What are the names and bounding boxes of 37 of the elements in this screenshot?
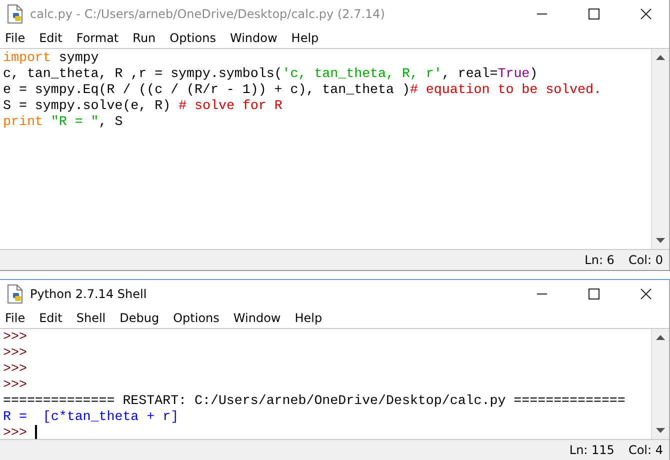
code-line: c, tan_theta, R ,r = sympy.symbols('c, tan_theta, R, r', real=True) (3, 66, 539, 82)
code-line: >>> (3, 329, 28, 345)
menu-item[interactable]: Edit (38, 31, 64, 45)
menu-item[interactable]: Shell (75, 311, 107, 325)
code-line: >>> (3, 345, 28, 361)
menu-item[interactable]: Edit (38, 311, 64, 325)
status-text: Ln: 115 (569, 443, 614, 457)
window-title: Python 2.7.14 Shell (30, 287, 147, 301)
scrollbar[interactable] (651, 329, 669, 439)
menu-item[interactable]: Window (228, 31, 278, 45)
text-area[interactable]: >>> >>> >>> >>> ============== RESTART: C:/Users/arneb/OneDrive/Desktop/calc.py ============== R = [c*tan_theta + r] >>> (0, 329, 651, 439)
python-file-icon (6, 4, 24, 24)
menu-item[interactable]: Debug (118, 311, 160, 325)
menu-item[interactable]: Run (132, 31, 157, 45)
menu-item[interactable]: File (4, 31, 26, 45)
window-title: calc.py - C:/Users/arneb/OneDrive/Desktop/calc.py (2.7.14) (30, 7, 385, 21)
menu-item[interactable]: Format (75, 31, 120, 45)
status-text: Col: 4 (628, 443, 663, 457)
code-line: import sympy (3, 50, 100, 66)
code-line: ============== RESTART: C:/Users/arneb/OneDrive/Desktop/calc.py ============== (3, 393, 626, 409)
code-line: >>> (3, 361, 28, 377)
code-line: print "R = ", S (3, 114, 124, 130)
status-text: Col: 0 (628, 253, 663, 267)
menu-item[interactable]: File (4, 311, 26, 325)
code-line: R = [c*tan_theta + r] (3, 409, 180, 425)
scrollbar[interactable] (651, 49, 669, 249)
status-text: Ln: 6 (584, 253, 614, 267)
code-line: e = sympy.Eq(R / ((c / (R/r - 1)) + c), tan_theta )# equation to be solved. (3, 82, 602, 98)
menu-item[interactable]: Help (290, 31, 320, 45)
menu-item[interactable]: Help (294, 311, 324, 325)
menu-item[interactable]: Window (232, 311, 282, 325)
menu-item[interactable]: Options (172, 311, 220, 325)
code-line: S = sympy.solve(e, R) # solve for R (3, 98, 284, 114)
code-line: >>> (3, 377, 28, 393)
python-file-icon (6, 284, 24, 304)
menu-item[interactable]: Options (168, 31, 217, 45)
code-line: >>> (3, 425, 648, 439)
